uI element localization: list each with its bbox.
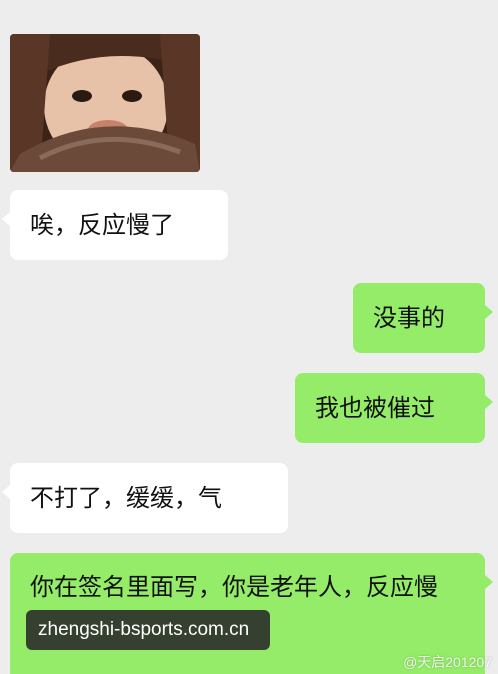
message-text: 没事的 xyxy=(373,304,445,332)
message-text: 我也被催过 xyxy=(315,394,435,422)
site-watermark-text: zhengshi-bsports.com.cn xyxy=(38,619,250,640)
message-text: 唉，反应慢了 xyxy=(30,211,174,239)
weibo-watermark: @天启201207 xyxy=(403,652,492,672)
message-text: 你在签名里面写，你是老年人，反应慢 xyxy=(30,573,438,601)
girl-sticker-photo-icon xyxy=(10,34,200,172)
incoming-message[interactable]: 唉，反应慢了 xyxy=(2,190,228,260)
outgoing-message[interactable]: 没事的 xyxy=(353,283,493,353)
message-text: 不打了，缓缓，气 xyxy=(30,484,222,512)
incoming-message[interactable]: 不打了，缓缓，气 xyxy=(2,463,288,533)
weibo-watermark-text: @天启201207 xyxy=(403,654,492,670)
outgoing-message[interactable]: 我也被催过 xyxy=(295,373,493,443)
sticker-image[interactable] xyxy=(10,34,200,172)
site-watermark: zhengshi-bsports.com.cn xyxy=(26,610,270,650)
